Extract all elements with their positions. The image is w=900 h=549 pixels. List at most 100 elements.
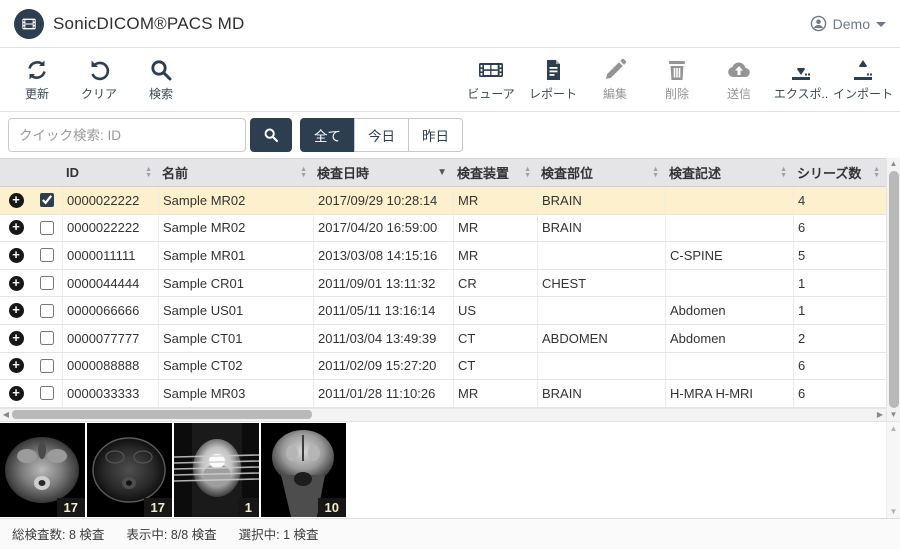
search-tool-button[interactable]: 検索 — [130, 54, 192, 106]
expand-cell[interactable]: + — [0, 270, 32, 297]
user-icon — [810, 15, 827, 32]
tool-label: ビューア — [467, 85, 515, 102]
filter-today-button[interactable]: 今日 — [354, 118, 409, 152]
expand-plus-icon[interactable]: + — [9, 331, 24, 346]
expand-cell[interactable]: + — [0, 380, 32, 407]
expand-plus-icon[interactable]: + — [9, 386, 24, 401]
clear-button[interactable]: クリア — [68, 54, 130, 106]
column-header-date[interactable]: 検査日時 ▼ — [313, 163, 453, 182]
column-header-bodypart[interactable]: 検査部位 ▲▼ — [537, 163, 665, 182]
expand-plus-icon[interactable]: + — [9, 303, 24, 318]
cell-description — [665, 215, 793, 242]
series-thumbnail[interactable]: 10 — [261, 423, 346, 517]
sort-icon[interactable]: ▲▼ — [780, 167, 787, 179]
scroll-up-arrow[interactable]: ▲ — [890, 158, 898, 170]
send-button[interactable]: 送信 — [708, 54, 770, 106]
expand-plus-icon[interactable]: + — [9, 276, 24, 291]
row-checkbox[interactable] — [40, 276, 54, 290]
export-button[interactable]: エクスポ.. — [770, 54, 832, 106]
column-header-series[interactable]: シリーズ数 ▲▼ — [793, 163, 886, 182]
expand-cell[interactable]: + — [0, 242, 32, 269]
sort-icon[interactable]: ▲▼ — [873, 167, 880, 179]
table-row[interactable]: + 0000011111 Sample MR01 2013/03/08 14:1… — [0, 242, 886, 270]
row-checkbox[interactable] — [40, 304, 54, 318]
column-header-description[interactable]: 検査記述 ▲▼ — [665, 163, 793, 182]
cell-date: 2013/03/08 14:15:16 — [313, 242, 453, 269]
cell-series: 6 — [793, 380, 886, 407]
user-menu[interactable]: Demo — [810, 15, 886, 32]
checkbox-cell[interactable] — [32, 187, 62, 214]
table-row[interactable]: + 0000022222 Sample MR02 2017/09/29 10:2… — [0, 187, 886, 215]
expand-cell[interactable]: + — [0, 325, 32, 352]
table-row[interactable]: + 0000044444 Sample CR01 2011/09/01 13:1… — [0, 270, 886, 298]
column-header-name[interactable]: 名前 ▲▼ — [158, 163, 313, 182]
expand-cell[interactable]: + — [0, 187, 32, 214]
horizontal-scrollbar[interactable]: ◀ ▶ — [0, 408, 886, 421]
sort-desc-icon[interactable]: ▼ — [437, 167, 447, 178]
row-checkbox[interactable] — [40, 221, 54, 235]
table-row[interactable]: + 0000088888 Sample CT02 2011/02/09 15:2… — [0, 353, 886, 381]
table-row[interactable]: + 0000022222 Sample MR02 2017/04/20 16:5… — [0, 215, 886, 243]
filter-all-button[interactable]: 全て — [300, 118, 355, 152]
expand-plus-icon[interactable]: + — [9, 193, 24, 208]
table-row[interactable]: + 0000066666 Sample US01 2011/05/11 13:1… — [0, 297, 886, 325]
refresh-button[interactable]: 更新 — [6, 54, 68, 106]
column-header-id[interactable]: ID ▲▼ — [62, 165, 158, 180]
report-button[interactable]: レポート — [522, 54, 584, 106]
expand-cell[interactable]: + — [0, 215, 32, 242]
series-thumbnail[interactable]: 17 — [0, 423, 85, 517]
cell-date: 2011/03/04 13:49:39 — [313, 325, 453, 352]
checkbox-cell[interactable] — [32, 380, 62, 407]
expand-plus-icon[interactable]: + — [9, 220, 24, 235]
row-checkbox[interactable] — [40, 193, 54, 207]
checkbox-cell[interactable] — [32, 325, 62, 352]
row-checkbox[interactable] — [40, 248, 54, 262]
table-row[interactable]: + 0000033333 Sample MR03 2011/01/28 11:1… — [0, 380, 886, 408]
series-thumbnail[interactable]: 1 — [174, 423, 259, 517]
toolbar-left-group: 更新 クリア 検索 — [6, 54, 192, 106]
thumbnail-vertical-scrollbar[interactable]: ▲ ▼ — [886, 422, 900, 518]
scroll-right-arrow[interactable]: ▶ — [874, 410, 886, 419]
expand-plus-icon[interactable]: + — [9, 358, 24, 373]
row-checkbox[interactable] — [40, 386, 54, 400]
scroll-down-arrow[interactable]: ▼ — [890, 507, 898, 516]
quick-search-input[interactable] — [8, 118, 246, 152]
checkbox-cell[interactable] — [32, 353, 62, 380]
row-checkbox[interactable] — [40, 331, 54, 345]
scrollbar-thumb[interactable] — [889, 171, 899, 408]
checkbox-cell[interactable] — [32, 270, 62, 297]
expand-cell[interactable]: + — [0, 297, 32, 324]
sort-icon[interactable]: ▲▼ — [652, 167, 659, 179]
row-checkbox[interactable] — [40, 359, 54, 373]
cell-description: C-SPINE — [665, 242, 793, 269]
column-header-modality[interactable]: 検査装置 ▲▼ — [453, 163, 537, 182]
trash-icon — [665, 58, 689, 82]
sort-icon[interactable]: ▲▼ — [300, 167, 307, 179]
checkbox-cell[interactable] — [32, 242, 62, 269]
sort-icon[interactable]: ▲▼ — [524, 167, 531, 179]
import-button[interactable]: インポート — [832, 54, 894, 106]
filter-yesterday-button[interactable]: 昨日 — [408, 118, 463, 152]
expand-plus-icon[interactable]: + — [9, 248, 24, 263]
report-icon — [541, 58, 565, 82]
scroll-down-arrow[interactable]: ▼ — [890, 409, 898, 421]
viewer-button[interactable]: ビューア — [460, 54, 522, 106]
quick-search-button[interactable] — [250, 118, 292, 152]
tool-label: 編集 — [603, 85, 627, 102]
status-total: 総検査数: 8 検査 — [12, 524, 104, 543]
scroll-left-arrow[interactable]: ◀ — [0, 410, 12, 419]
checkbox-cell[interactable] — [32, 215, 62, 242]
scrollbar-thumb[interactable] — [12, 410, 312, 419]
scroll-up-arrow[interactable]: ▲ — [890, 424, 898, 433]
series-thumbnail[interactable]: 17 — [87, 423, 172, 517]
app-header: SonicDICOM®PACS MD Demo — [0, 0, 900, 48]
checkbox-cell[interactable] — [32, 297, 62, 324]
sort-icon[interactable]: ▲▼ — [145, 167, 152, 179]
table-row[interactable]: + 0000077777 Sample CT01 2011/03/04 13:4… — [0, 325, 886, 353]
edit-button[interactable]: 編集 — [584, 54, 646, 106]
vertical-scrollbar[interactable]: ▲ ▼ — [886, 158, 900, 421]
delete-button[interactable]: 削除 — [646, 54, 708, 106]
chevron-down-icon — [876, 22, 886, 27]
expand-cell[interactable]: + — [0, 353, 32, 380]
cell-date: 2011/01/28 11:10:26 — [313, 380, 453, 407]
